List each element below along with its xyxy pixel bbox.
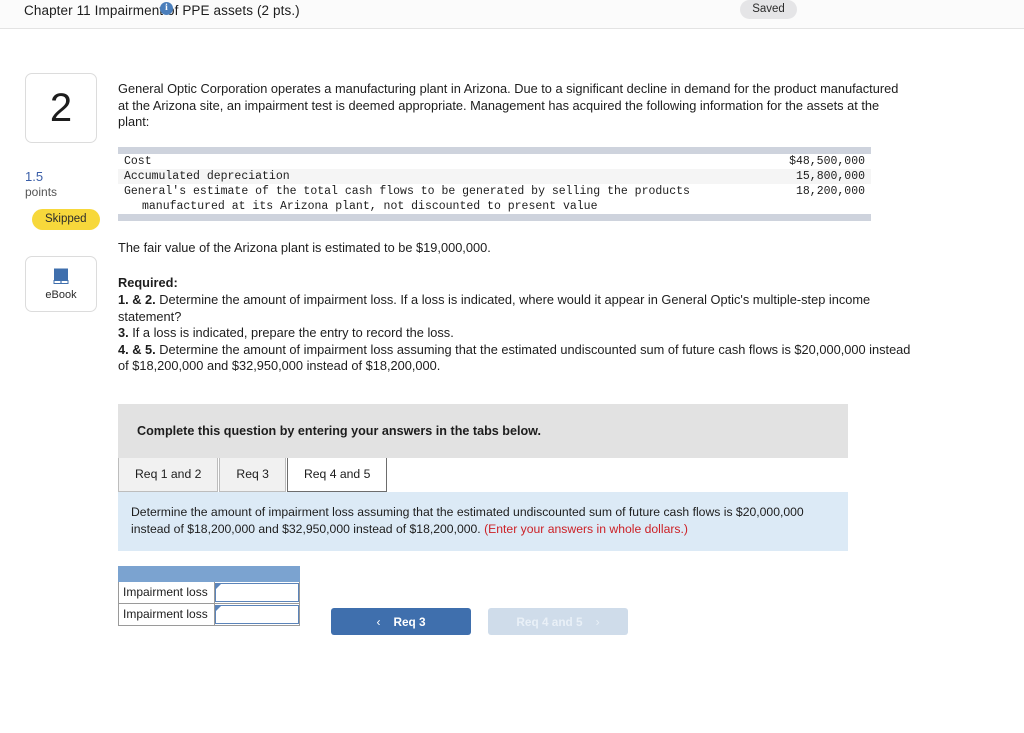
instruction-note: (Enter your answers in whole dollars.) (484, 521, 688, 536)
table-row: Cost $48,500,000 (118, 154, 871, 169)
data-label-cash-flows: General's estimate of the total cash flo… (124, 184, 690, 198)
ebook-button[interactable]: eBook (25, 256, 97, 312)
complete-question-banner: Complete this question by entering your … (118, 403, 848, 458)
tab-req-1-and-2[interactable]: Req 1 and 2 (118, 457, 219, 492)
required-item-4-text: Determine the amount of impairment loss … (118, 341, 911, 374)
required-item-1-num: 1. & 2. (118, 291, 156, 307)
data-value-accumulated-depreciation: 15,800,000 (776, 168, 871, 184)
answer-input-cell-2[interactable] (213, 602, 300, 626)
next-requirement-label: Req 4 and 5 (516, 614, 583, 629)
answer-row-label-1: Impairment loss (118, 580, 215, 604)
required-item-3-num: 3. (118, 325, 129, 341)
prev-requirement-button[interactable]: ‹ Req 3 (331, 608, 471, 635)
data-value-cash-flows-cont (777, 199, 871, 214)
impairment-loss-input-2[interactable] (214, 604, 299, 624)
navigation-buttons: ‹ Req 3 Req 4 and 5 › (331, 608, 628, 635)
required-block: Required: 1. & 2. Determine the amount o… (118, 275, 911, 375)
status-badge-skipped: Skipped (32, 209, 100, 230)
table-row: manufactured at its Arizona plant, not d… (118, 199, 871, 214)
prev-requirement-label: Req 3 (393, 614, 426, 629)
data-value-cash-flows: 18,200,000 (795, 184, 865, 198)
main-content: General Optic Corporation operates a man… (118, 59, 918, 635)
given-data-table: Cost $48,500,000 Accumulated depreciatio… (118, 146, 871, 221)
points-value: 1.5 (25, 169, 44, 184)
table-row: Accumulated depreciation 15,800,000 (118, 168, 871, 184)
question-number-card: 2 (25, 73, 97, 143)
requirement-tabs: Req 1 and 2 Req 3 Req 4 and 5 (118, 457, 918, 492)
answer-table-header-label (118, 565, 215, 582)
tab-req-3[interactable]: Req 3 (219, 457, 286, 492)
next-requirement-button[interactable]: Req 4 and 5 › (488, 608, 628, 635)
table-row: Impairment loss (118, 580, 300, 604)
answer-input-cell-1[interactable] (213, 580, 300, 604)
table-row: General's estimate of the total cash flo… (118, 184, 871, 199)
intro-paragraph: General Optic Corporation operates a man… (118, 81, 899, 130)
answer-table-header-row (118, 565, 300, 582)
chevron-right-icon: › (595, 614, 600, 629)
question-number: 2 (49, 86, 73, 130)
data-label-cash-flows-cont: manufactured at its Arizona plant, not d… (142, 199, 598, 213)
answer-table: Impairment loss Impairment loss (118, 565, 300, 626)
ebook-label: eBook (45, 288, 77, 301)
table-row: Impairment loss (118, 602, 300, 626)
required-item-1-text: Determine the amount of impairment loss.… (118, 291, 871, 324)
data-value-cost: $48,500,000 (789, 154, 865, 168)
instruction-panel: Determine the amount of impairment loss … (118, 491, 848, 551)
required-item-3-text: If a loss is indicated, prepare the entr… (128, 325, 454, 341)
book-icon (53, 268, 69, 284)
status-badge-saved: Saved (740, 0, 797, 19)
instruction-text: Determine the amount of impairment loss … (131, 504, 804, 536)
top-bar: Chapter 11 Impairment of PPE assets (2 p… (0, 0, 1024, 29)
required-item-4-num: 4. & 5. (118, 341, 156, 357)
impairment-loss-input-1[interactable] (214, 582, 299, 602)
answer-row-label-2: Impairment loss (118, 602, 215, 626)
answer-table-header-value (213, 565, 300, 582)
tab-req-4-and-5[interactable]: Req 4 and 5 (286, 457, 388, 492)
table-top-bar (118, 146, 871, 154)
info-icon[interactable]: i (160, 2, 173, 15)
required-heading: Required: (118, 275, 178, 291)
points-label: points (25, 185, 58, 199)
chevron-left-icon: ‹ (376, 614, 381, 629)
data-label-accumulated-depreciation: Accumulated depreciation (118, 168, 777, 184)
fair-value-text: The fair value of the Arizona plant is e… (118, 239, 491, 255)
data-label-cost: Cost (124, 154, 152, 168)
table-bottom-bar (118, 213, 871, 221)
